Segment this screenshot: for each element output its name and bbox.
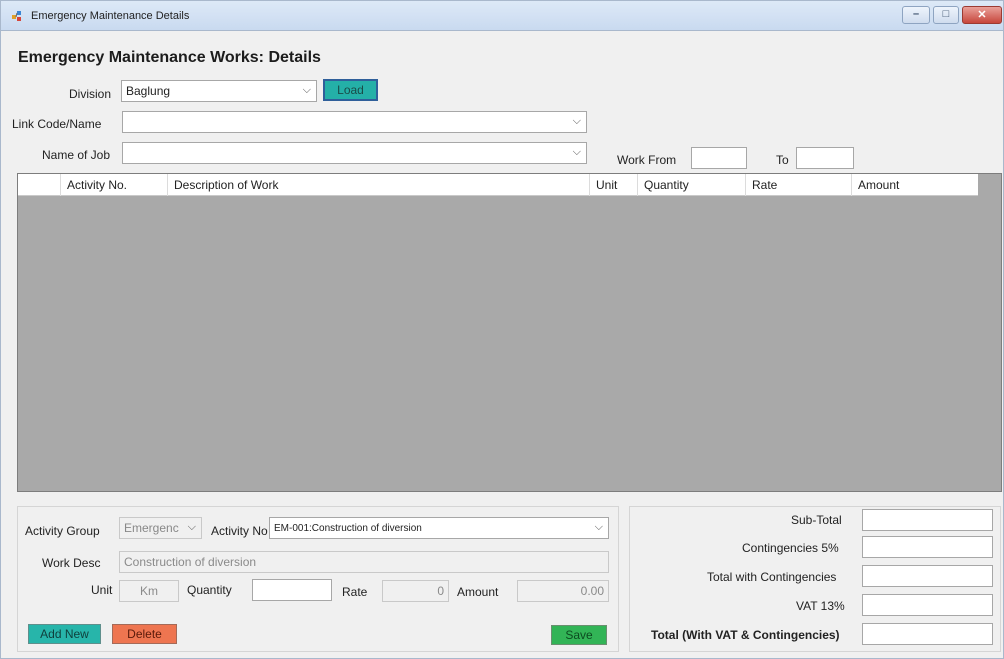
- chevron-down-icon: ⌵: [594, 521, 603, 533]
- activity-no-value: EM-001:Construction of diversion: [274, 523, 422, 534]
- work-desc-input[interactable]: Construction of diversion: [119, 551, 609, 573]
- grid-col-selector: [18, 174, 61, 196]
- rate-input[interactable]: 0: [382, 580, 449, 602]
- contingencies-input[interactable]: [862, 536, 993, 558]
- amount-label: Amount: [457, 585, 499, 599]
- maximize-button[interactable]: □: [933, 6, 959, 24]
- grid-col-rate[interactable]: Rate: [746, 174, 852, 196]
- activity-no-select[interactable]: EM-001:Construction of diversion ⌵: [269, 517, 609, 539]
- activity-group-value: Emergenc: [124, 521, 179, 535]
- link-code-select[interactable]: ⌵: [122, 111, 587, 133]
- vat-input[interactable]: [862, 594, 993, 616]
- to-label: To: [776, 153, 789, 167]
- load-button[interactable]: Load: [323, 79, 378, 101]
- to-input[interactable]: [796, 147, 854, 169]
- close-icon: ✕: [977, 9, 987, 21]
- rate-label: Rate: [342, 585, 368, 599]
- work-from-label: Work From: [617, 153, 677, 167]
- grid-col-amount[interactable]: Amount: [852, 174, 978, 196]
- close-button[interactable]: ✕: [962, 6, 1002, 24]
- chevron-down-icon: ⌵: [572, 115, 581, 127]
- minimize-button[interactable]: –: [902, 6, 930, 24]
- add-new-button[interactable]: Add New: [28, 624, 101, 644]
- unit-input[interactable]: Km: [119, 580, 179, 602]
- chevron-down-icon: ⌵: [302, 84, 311, 96]
- window-title: Emergency Maintenance Details: [31, 10, 190, 22]
- subtotal-input[interactable]: [862, 509, 993, 531]
- main-window: Emergency Maintenance Details – □ ✕ Emer…: [0, 0, 1004, 659]
- grid-col-activity-no[interactable]: Activity No.: [61, 174, 168, 196]
- activity-group-label: Activity Group: [25, 524, 100, 538]
- app-icon: [12, 11, 21, 21]
- grid-col-description[interactable]: Description of Work: [168, 174, 590, 196]
- maximize-icon: □: [942, 8, 950, 20]
- amount-input[interactable]: 0.00: [517, 580, 609, 602]
- with-contingencies-label: Total with Contingencies: [707, 570, 837, 584]
- division-value: Baglung: [126, 84, 171, 98]
- chevron-down-icon: ⌵: [187, 521, 196, 533]
- grand-total-input[interactable]: [862, 623, 993, 645]
- grid-col-unit[interactable]: Unit: [590, 174, 638, 196]
- delete-button[interactable]: Delete: [112, 624, 177, 644]
- link-code-label: Link Code/Name: [12, 117, 102, 131]
- job-name-select[interactable]: ⌵: [122, 142, 587, 164]
- job-name-label: Name of Job: [42, 148, 111, 162]
- unit-label: Unit: [91, 583, 113, 597]
- save-button[interactable]: Save: [551, 625, 607, 645]
- contingencies-label: Contingencies 5%: [742, 541, 839, 555]
- division-label: Division: [69, 87, 112, 101]
- grand-total-label: Total (With VAT & Contingencies): [651, 628, 840, 642]
- work-desc-label: Work Desc: [42, 556, 101, 570]
- quantity-label: Quantity: [187, 583, 232, 597]
- title-bar[interactable]: Emergency Maintenance Details – □ ✕: [1, 1, 1003, 31]
- subtotal-label: Sub-Total: [791, 513, 842, 527]
- minimize-icon: –: [912, 8, 920, 20]
- division-select[interactable]: Baglung ⌵: [121, 80, 317, 102]
- with-contingencies-input[interactable]: [862, 565, 993, 587]
- grid-header: Activity No. Description of Work Unit Qu…: [18, 174, 978, 196]
- activity-no-label: Activity No: [211, 524, 268, 538]
- chevron-down-icon: ⌵: [572, 146, 581, 158]
- grid-scroll-area: [978, 174, 1001, 491]
- activity-grid[interactable]: Activity No. Description of Work Unit Qu…: [17, 173, 1002, 492]
- activity-group-select[interactable]: Emergenc ⌵: [119, 517, 202, 539]
- quantity-input[interactable]: [252, 579, 332, 601]
- grid-col-quantity[interactable]: Quantity: [638, 174, 746, 196]
- work-from-input[interactable]: [691, 147, 747, 169]
- vat-label: VAT 13%: [796, 599, 845, 613]
- page-title: Emergency Maintenance Works: Details: [18, 49, 321, 66]
